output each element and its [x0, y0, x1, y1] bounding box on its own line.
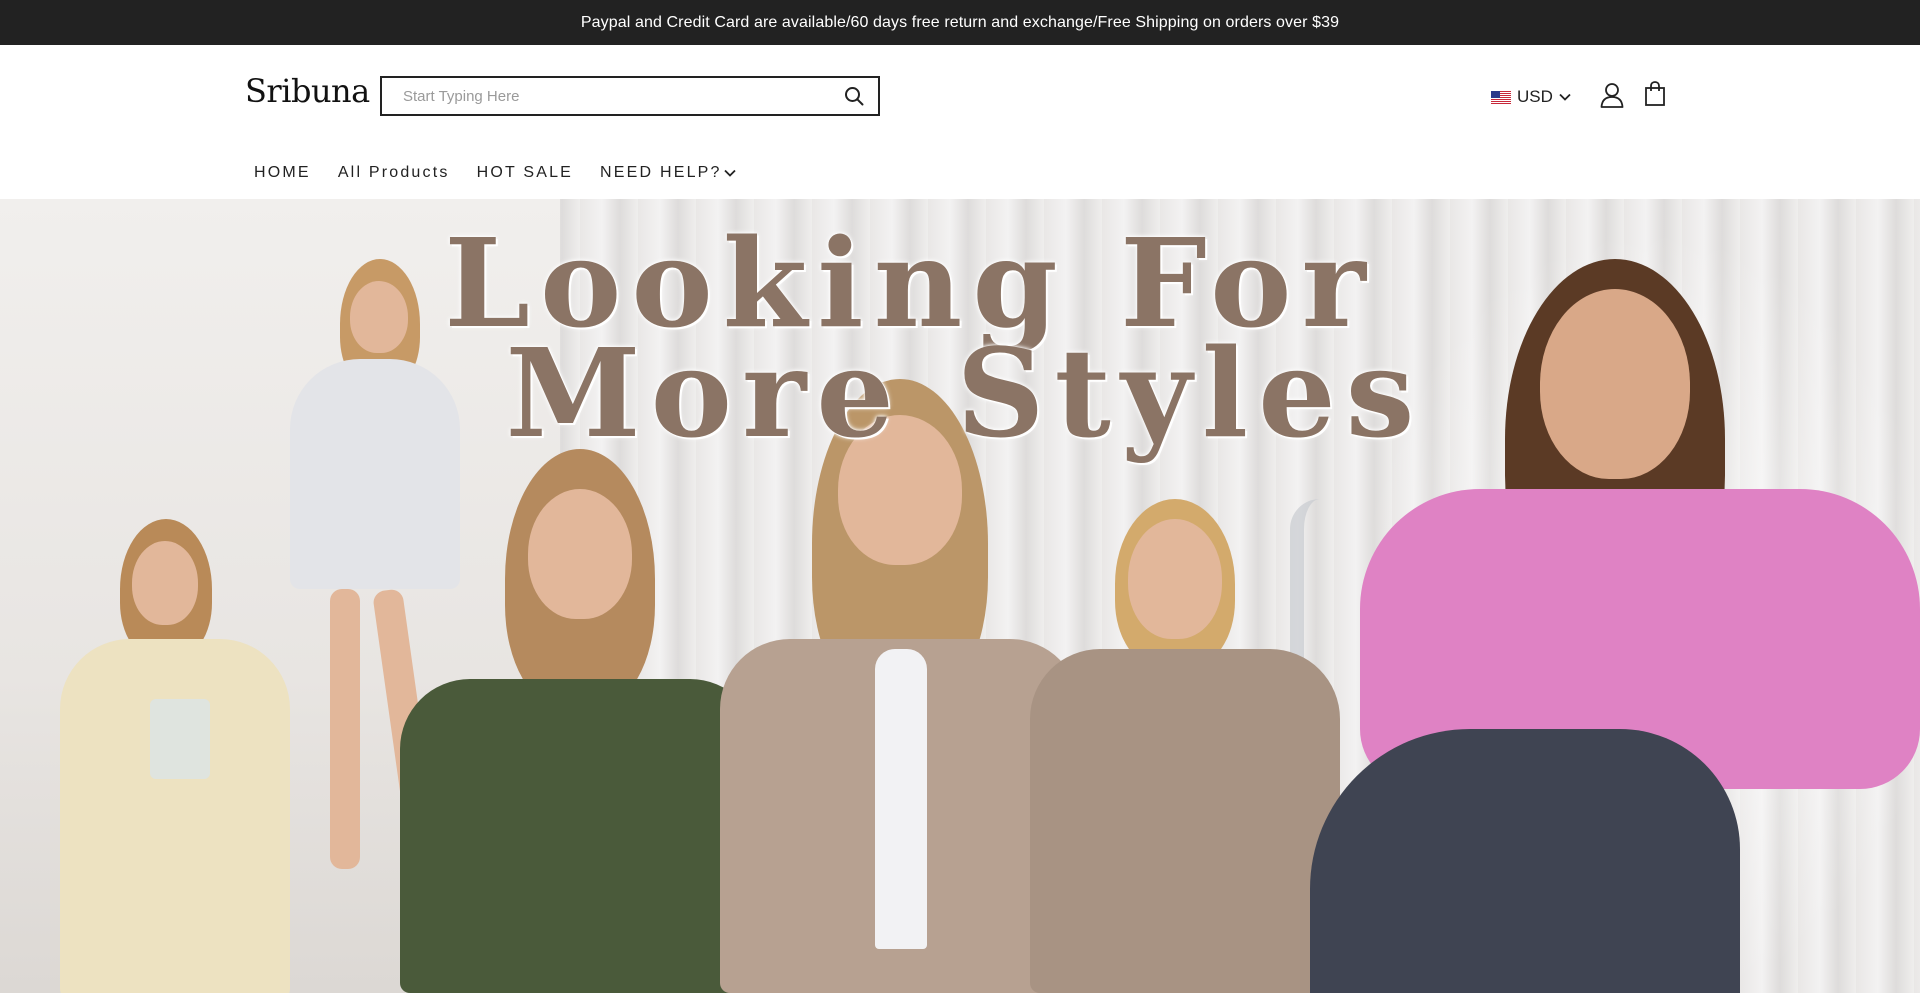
currency-selector[interactable]: USD [1491, 85, 1571, 109]
main-nav: HOME All Products HOT SALE NEED HELP? [254, 163, 763, 183]
hero-title: Looking For More Styles [0, 222, 1920, 465]
shopping-bag-icon [1645, 81, 1665, 106]
hero-model-beige-sweater [1030, 499, 1340, 993]
chevron-down-icon [1559, 93, 1571, 101]
hero-banner[interactable]: Looking For More Styles [0, 199, 1920, 993]
nav-hot-sale[interactable]: HOT SALE [477, 164, 573, 182]
search-icon [845, 87, 864, 106]
chevron-down-icon [724, 169, 736, 177]
search-box [380, 76, 880, 116]
announcement-bar: Paypal and Credit Card are available/60 … [0, 0, 1920, 45]
us-flag-icon [1491, 90, 1511, 104]
currency-value: USD [1517, 87, 1553, 106]
cart-button[interactable] [1644, 81, 1666, 107]
search-button[interactable] [830, 78, 878, 114]
account-button[interactable] [1600, 82, 1624, 108]
user-icon [1600, 83, 1624, 108]
hero-model-taupe-jacket [720, 379, 1080, 993]
site-header: Sribuna USD HOME All Produc [0, 45, 1920, 199]
nav-home[interactable]: HOME [254, 164, 311, 182]
hero-model-green-hoodie [400, 449, 760, 993]
hero-title-line-2: More Styles [505, 320, 1425, 465]
announcement-text: Paypal and Credit Card are available/60 … [580, 13, 1340, 31]
nav-all-products[interactable]: All Products [338, 164, 450, 182]
nav-need-help[interactable]: NEED HELP? [600, 164, 736, 182]
search-input[interactable] [382, 78, 830, 114]
site-logo[interactable]: Sribuna [245, 75, 370, 107]
